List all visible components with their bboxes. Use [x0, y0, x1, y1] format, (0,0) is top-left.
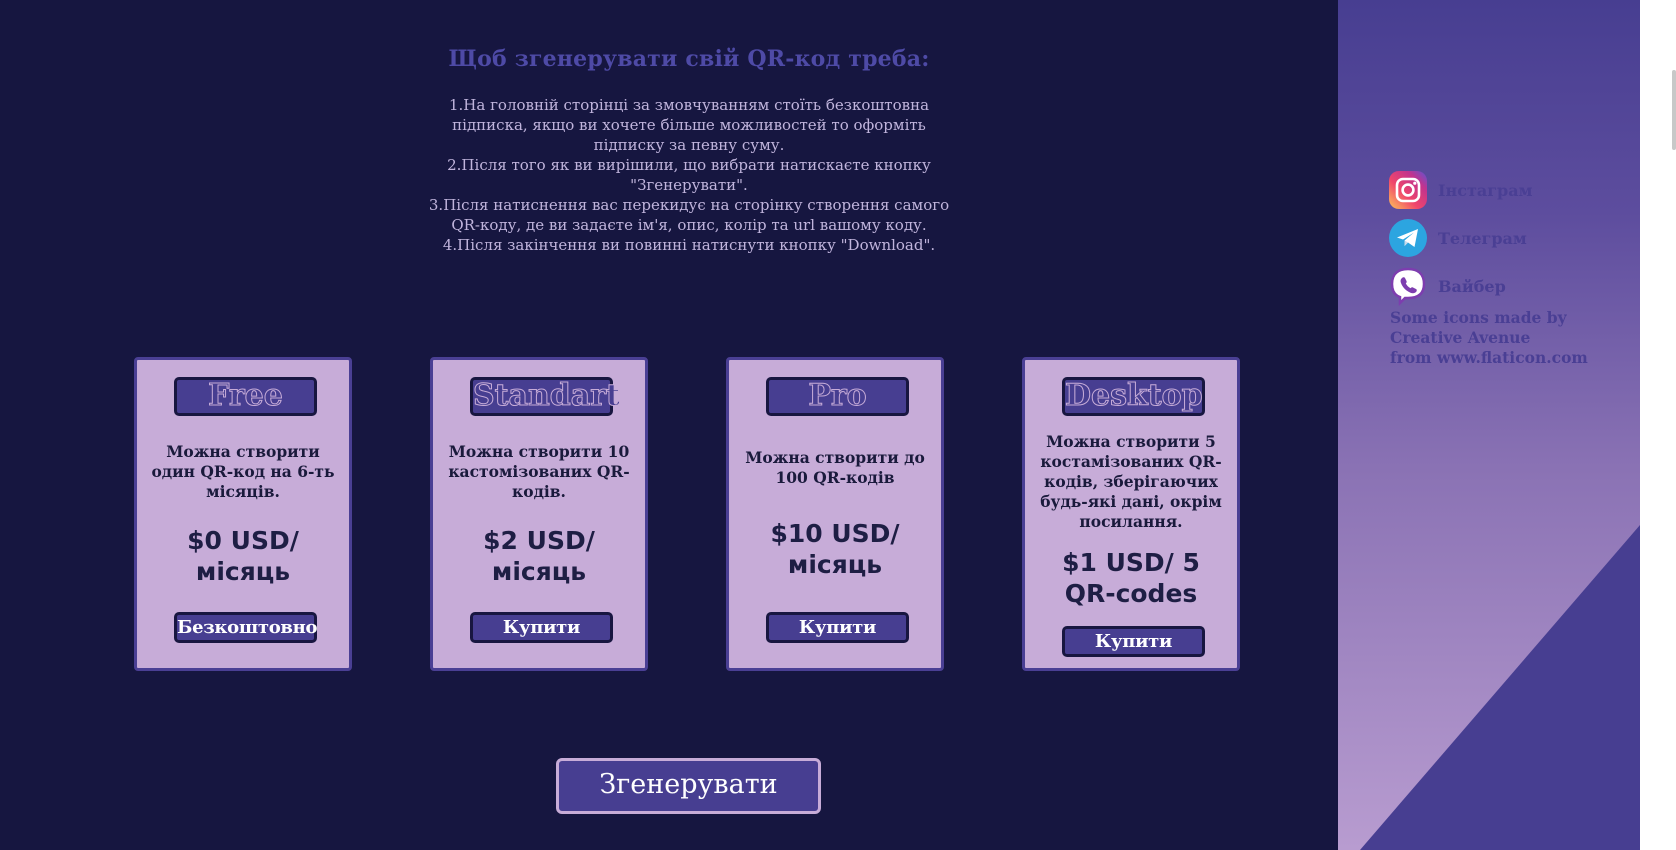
social-label: Вайбер	[1438, 276, 1506, 296]
plan-card-free: Free Можна створити один QR-код на 6-ть …	[134, 357, 352, 671]
social-link-instagram[interactable]: Інстаграм	[1388, 168, 1532, 212]
plan-description: Можна створити 5 костамізованих QR-кодів…	[1040, 432, 1222, 531]
plan-title: Standart	[470, 377, 620, 416]
scrollbar-track[interactable]	[1640, 0, 1676, 850]
plan-price: $0 USD/ місяць	[187, 526, 299, 586]
buy-standart-button[interactable]: Купити	[470, 612, 613, 643]
plan-description: Можна створити до 100 QR-кодів	[745, 448, 925, 487]
plan-title: Free	[174, 377, 317, 416]
credit-link[interactable]: from www.flaticon.com	[1390, 348, 1620, 368]
viber-icon	[1388, 266, 1428, 307]
plan-price: $1 USD/ 5 QR-codes	[1062, 548, 1200, 608]
plan-title: Desktop	[1062, 377, 1205, 416]
free-plan-button[interactable]: Безкоштовно	[174, 612, 318, 643]
telegram-icon	[1388, 218, 1428, 258]
instruction-step: 2.Після того як ви вирішили, що вибрати …	[447, 156, 931, 194]
plan-card-standart: Standart Можна створити 10 кастомізовани…	[430, 357, 648, 671]
icon-credit: Some icons made by Creative Avenue from …	[1390, 308, 1620, 368]
instruction-step: 3.Після натиснення вас перекидує на стор…	[428, 196, 950, 234]
plan-card-desktop: Desktop Можна створити 5 костамізованих …	[1022, 357, 1240, 671]
social-link-viber[interactable]: Вайбер	[1388, 264, 1532, 308]
instructions-text: 1.На головній сторінці за змовчуванням с…	[420, 95, 958, 255]
plan-card-pro: Pro Можна створити до 100 QR-кодів $10 U…	[726, 357, 944, 671]
plan-price: $2 USD/ місяць	[483, 526, 595, 586]
generate-button[interactable]: Згенерувати	[556, 758, 821, 814]
social-label: Телеграм	[1438, 228, 1527, 248]
scrollbar-thumb[interactable]	[1672, 70, 1676, 150]
instagram-icon	[1388, 170, 1428, 210]
main-content: Щоб згенерувати свій QR-код треба: 1.На …	[0, 0, 1338, 850]
decorative-triangle	[1360, 525, 1640, 850]
instruction-step: 4.Після закінчення ви повинні натиснути …	[442, 236, 936, 254]
plan-title: Pro	[766, 377, 909, 416]
social-label: Інстаграм	[1438, 180, 1533, 200]
plan-description: Можна створити один QR-код на 6-ть місяц…	[151, 442, 335, 501]
social-links: Інстаграм Телеграм Вайбер	[1388, 168, 1532, 312]
instructions-title: Щоб згенерувати свій QR-код треба:	[448, 46, 930, 72]
sidebar: Інстаграм Телеграм Вайбер Some icons mad…	[1338, 0, 1640, 850]
instruction-step: 1.На головній сторінці за змовчуванням с…	[448, 96, 930, 154]
social-link-telegram[interactable]: Телеграм	[1388, 216, 1532, 260]
plan-price: $10 USD/ місяць	[770, 519, 900, 579]
plan-description: Можна створити 10 кастомізованих QR-коді…	[448, 442, 630, 501]
buy-desktop-button[interactable]: Купити	[1062, 626, 1205, 657]
buy-pro-button[interactable]: Купити	[766, 612, 909, 643]
credit-line: Creative Avenue	[1390, 328, 1531, 347]
credit-line: Some icons made by	[1390, 308, 1567, 327]
